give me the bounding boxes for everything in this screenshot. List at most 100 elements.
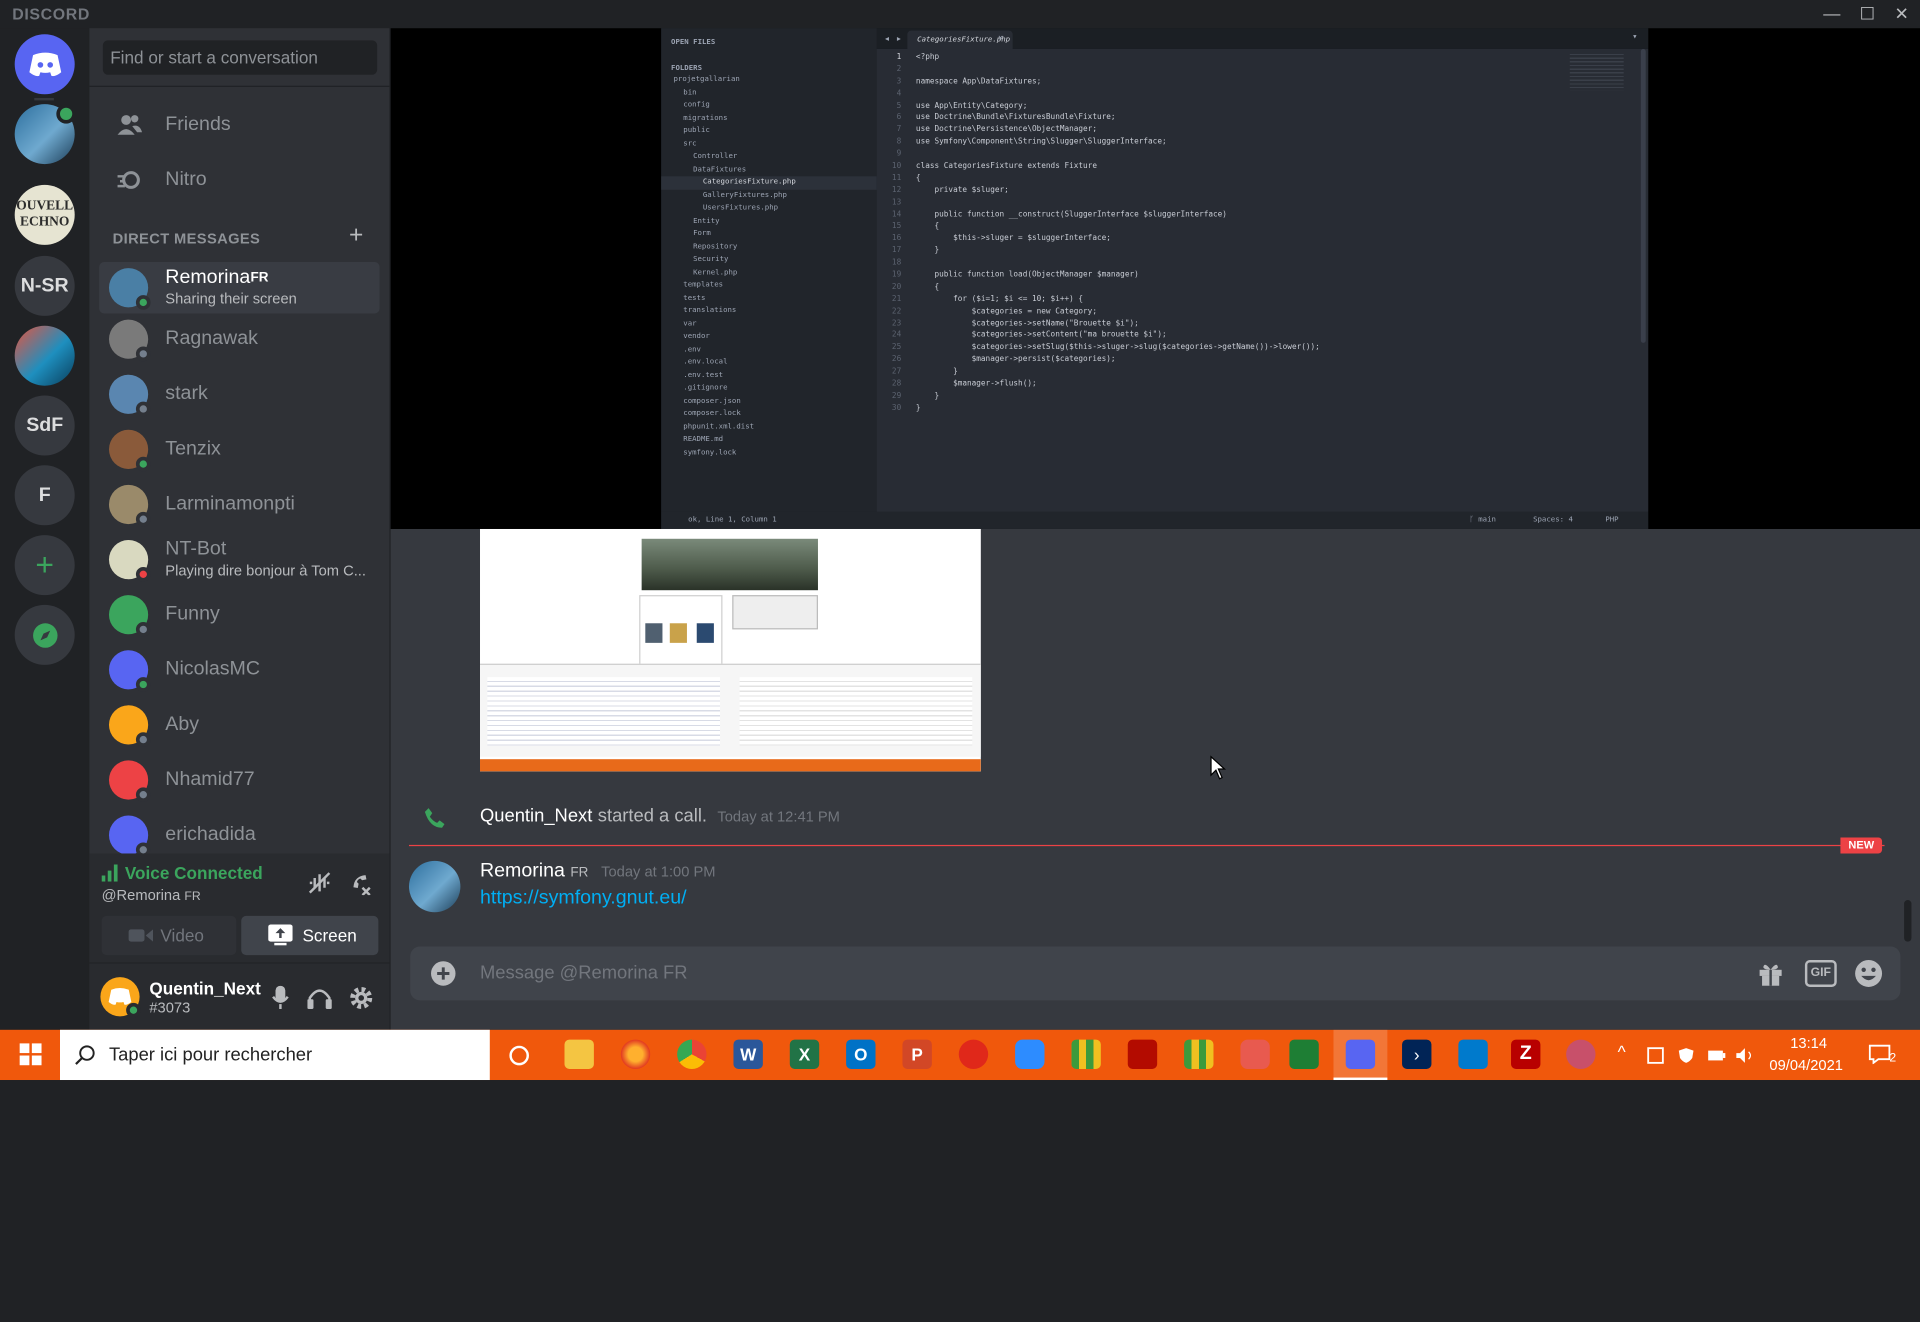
dm-item[interactable]: Aby	[99, 699, 379, 750]
file-tree-item[interactable]: templates	[661, 279, 877, 292]
editor-code-area[interactable]: 1 <?php 2 3 namespace App\DataFixtures; 4 5 use…	[876, 48, 1649, 512]
explore-servers-button[interactable]	[14, 604, 75, 665]
tray-window-icon[interactable]	[1647, 1047, 1664, 1064]
file-tree-item[interactable]: config	[661, 99, 877, 112]
message-author[interactable]: Remorina	[480, 861, 565, 882]
file-tree-item[interactable]: Security	[661, 253, 877, 266]
screen-share-button[interactable]: Screen	[241, 915, 379, 956]
editor-scrollbar[interactable]	[1640, 48, 1646, 343]
file-tree-item[interactable]: public	[661, 125, 877, 138]
taskbar-search-box[interactable]: Taper ici pour rechercher	[60, 1029, 490, 1081]
file-tree-item[interactable]: .gitignore	[661, 382, 877, 395]
file-tree-item[interactable]: DataFixtures	[661, 163, 877, 176]
emoji-icon[interactable]	[1854, 959, 1883, 988]
opera-icon[interactable]	[958, 1039, 989, 1069]
file-tree-item[interactable]: UsersFixtures.php	[661, 202, 877, 215]
file-tree-item[interactable]: symfony.lock	[661, 446, 877, 459]
file-tree-item[interactable]: migrations	[661, 112, 877, 125]
dm-item[interactable]: stark	[99, 369, 379, 420]
file-tree-item[interactable]: Entity	[661, 215, 877, 228]
file-tree-item[interactable]: Controller	[661, 151, 877, 164]
add-server-button[interactable]: +	[14, 535, 75, 596]
file-tree-item[interactable]: var	[661, 318, 877, 331]
app-icon[interactable]	[1240, 1039, 1270, 1069]
file-tree-item[interactable]: vendor	[661, 331, 877, 344]
server-icon-sdf[interactable]: SdF	[14, 395, 75, 456]
message-link[interactable]: https://symfony.gnut.eu/	[480, 888, 687, 910]
file-tree-item[interactable]: .env.local	[661, 356, 877, 369]
file-tree-item[interactable]: README.md	[661, 433, 877, 446]
powershell-icon[interactable]: ›	[1402, 1039, 1432, 1069]
file-tree-item[interactable]: phpunit.xml.dist	[661, 421, 877, 434]
app-grid-icon[interactable]	[1071, 1039, 1101, 1069]
word-icon[interactable]: W	[733, 1039, 763, 1069]
chat-scrollbar[interactable]	[1904, 900, 1912, 942]
dm-item[interactable]: Nhamid77	[99, 754, 379, 805]
file-tree-item[interactable]: Kernel.php	[661, 266, 877, 279]
gif-picker-button[interactable]: GIF	[1804, 960, 1837, 987]
message-author-avatar[interactable]	[408, 860, 461, 913]
create-dm-button[interactable]: +	[349, 222, 363, 250]
minimize-button[interactable]: —	[1820, 2, 1844, 24]
attached-image[interactable]	[480, 528, 981, 772]
search-input[interactable]: Find or start a conversation	[102, 40, 378, 75]
file-tree-item[interactable]: Repository	[661, 241, 877, 254]
server-icon-nouvelle-techno[interactable]: OUVELL ECHNO	[14, 184, 75, 245]
tab-nav-arrows[interactable]: ◂ ▸	[884, 33, 902, 44]
file-tree-item[interactable]: bin	[661, 86, 877, 99]
server-icon[interactable]	[14, 325, 75, 386]
tray-security-icon[interactable]	[1678, 1047, 1695, 1064]
outlook-icon[interactable]: O	[846, 1039, 876, 1069]
chrome-icon[interactable]	[677, 1039, 707, 1069]
file-tree-item[interactable]: Form	[661, 228, 877, 241]
dm-item[interactable]: Larminamonpti	[99, 479, 379, 530]
file-tree-item[interactable]: .env	[661, 343, 877, 356]
dm-item[interactable]: NicolasMC	[99, 644, 379, 695]
home-button[interactable]	[14, 34, 75, 95]
taskbar-discord-active[interactable]	[1333, 1029, 1388, 1081]
server-icon[interactable]	[14, 104, 76, 165]
file-tree-item[interactable]: .env.test	[661, 369, 877, 382]
close-button[interactable]: ✕	[1889, 2, 1913, 24]
cortana-icon[interactable]	[508, 1044, 530, 1066]
dm-item[interactable]: NT-Bot Playing dire bonjour à Tom C...	[99, 534, 379, 585]
tray-chevron-icon[interactable]: ^	[1618, 1042, 1626, 1062]
user-avatar[interactable]	[100, 977, 141, 1018]
file-tree-item[interactable]: translations	[661, 305, 877, 318]
file-tree-item[interactable]: projetgallarian	[661, 73, 877, 86]
tray-battery-icon[interactable]	[1707, 1047, 1727, 1064]
server-icon-nsr[interactable]: N-SR	[14, 255, 75, 316]
vscode-icon[interactable]	[1458, 1039, 1488, 1069]
screen-share-stream[interactable]: OPEN FILES FOLDERS projetgallarian bin con…	[390, 28, 1920, 529]
server-icon-f[interactable]: F	[14, 465, 75, 526]
tab-close-icon[interactable]: ×	[998, 33, 1003, 43]
video-button[interactable]: Video	[101, 915, 237, 956]
dm-item[interactable]: Tenzix	[99, 424, 379, 475]
file-tree-item[interactable]: tests	[661, 292, 877, 305]
filezilla-icon[interactable]: Z	[1511, 1039, 1541, 1069]
add-attachment-icon[interactable]	[430, 960, 457, 987]
windows-start-icon[interactable]	[19, 1043, 42, 1066]
settings-gear-icon[interactable]	[349, 986, 373, 1010]
voice-status[interactable]: Voice Connected	[125, 863, 263, 883]
app-window-icon[interactable]	[1289, 1039, 1319, 1069]
tab-menu-icon[interactable]: ▾	[1632, 32, 1637, 42]
maximize-button[interactable]: ☐	[1855, 2, 1879, 24]
tray-volume-icon[interactable]	[1735, 1047, 1755, 1064]
message-input[interactable]: Message @Remorina FR	[480, 962, 687, 983]
excel-icon[interactable]: X	[789, 1039, 820, 1069]
firefox-icon[interactable]	[620, 1039, 651, 1069]
dm-item[interactable]: Funny	[99, 589, 379, 640]
app-grid-icon-2[interactable]	[1184, 1039, 1214, 1069]
file-tree-item[interactable]: src	[661, 138, 877, 151]
file-tree-item[interactable]: CategoriesFixture.php	[661, 176, 877, 190]
tab-active[interactable]: CategoriesFixture.php ×	[907, 30, 1013, 49]
zoom-icon[interactable]	[1015, 1039, 1045, 1069]
headphones-icon[interactable]	[307, 987, 332, 1009]
app-avatar-icon[interactable]	[1566, 1039, 1596, 1069]
nav-nitro[interactable]: Nitro	[99, 154, 379, 205]
call-username[interactable]: Quentin_Next	[480, 806, 592, 827]
microphone-icon[interactable]	[272, 985, 289, 1010]
taskbar-search-input[interactable]: Taper ici pour rechercher	[109, 1044, 312, 1065]
file-tree-item[interactable]: composer.json	[661, 395, 877, 408]
